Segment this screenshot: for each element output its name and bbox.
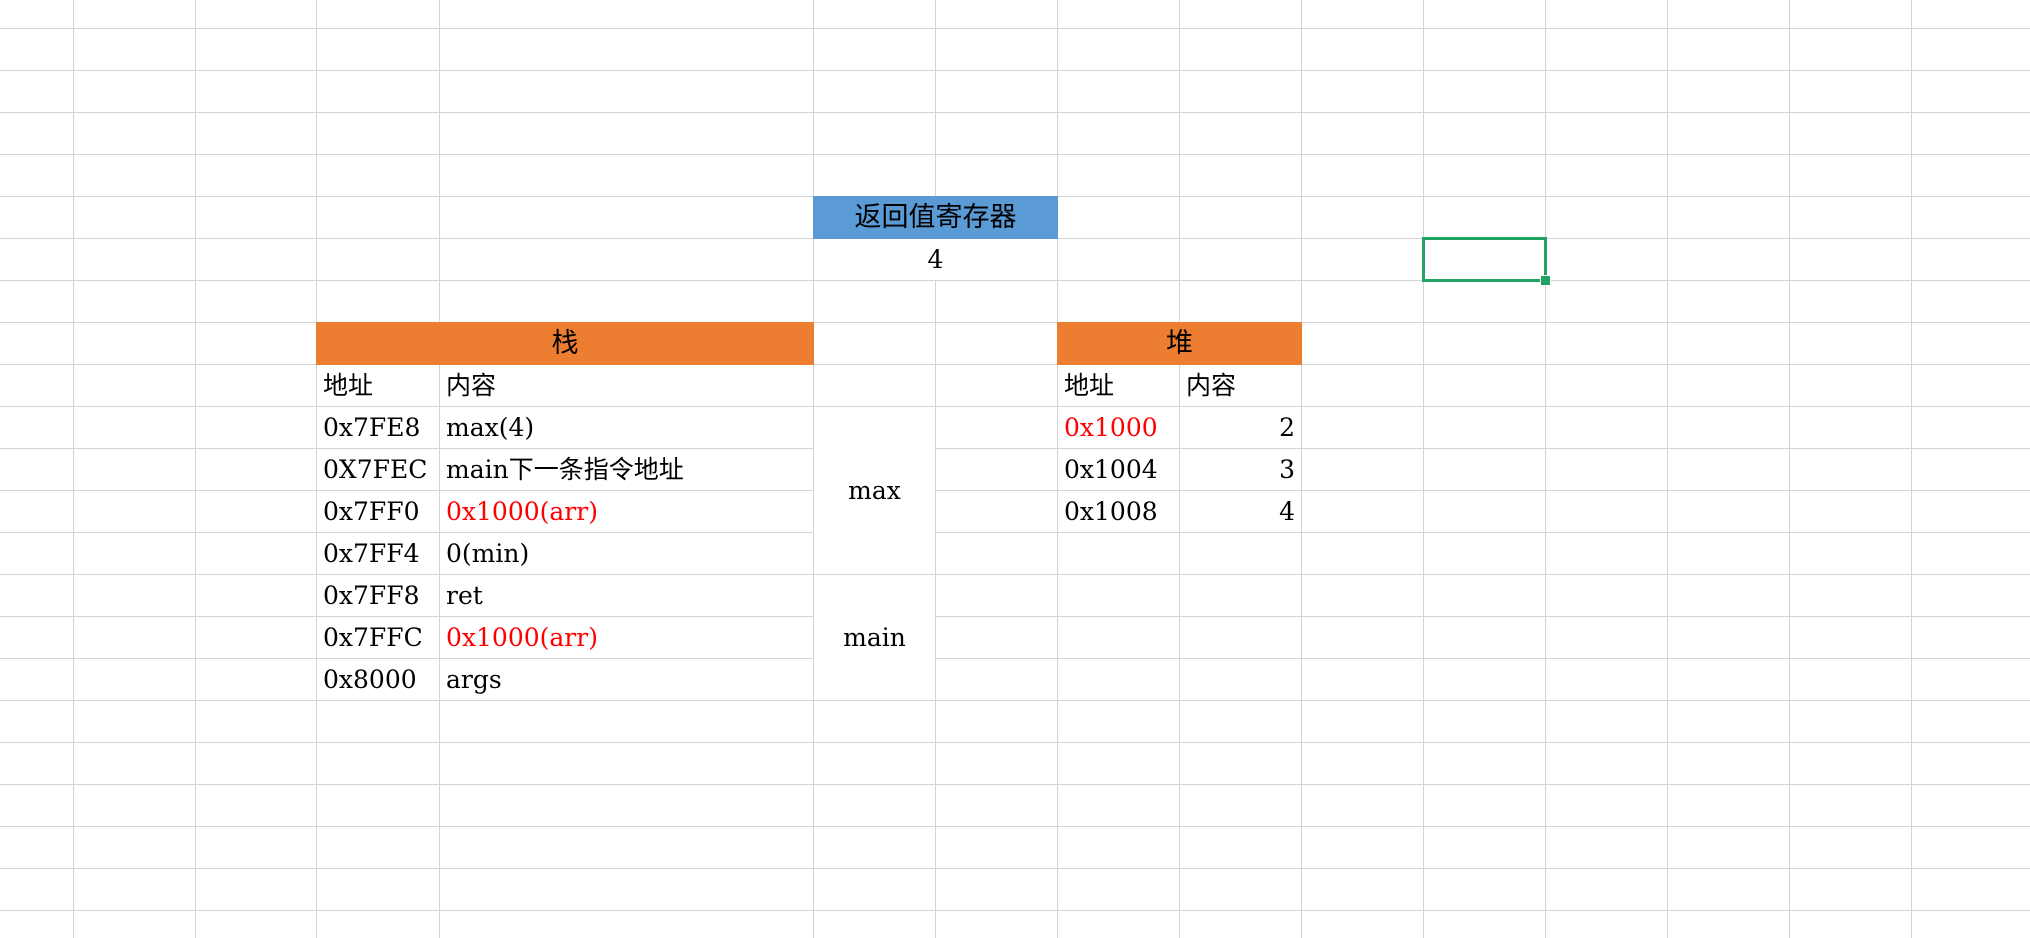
row-gridline <box>0 532 2030 533</box>
heap-header[interactable]: 堆 <box>1057 322 1302 365</box>
stack-content-cell[interactable]: main下一条指令地址 <box>440 449 813 490</box>
row-gridline <box>0 28 2030 29</box>
column-gridline <box>1789 0 1790 938</box>
row-gridline <box>0 868 2030 869</box>
column-gridline <box>1667 0 1668 938</box>
return-register-value[interactable]: 4 <box>814 239 1057 280</box>
column-gridline <box>1301 0 1302 938</box>
stack-content-column-header[interactable]: 内容 <box>440 365 813 406</box>
stack-address-cell[interactable]: 0x7FF4 <box>317 533 439 574</box>
stack-address-cell[interactable]: 0x7FFC <box>317 617 439 658</box>
heap-content-cell[interactable]: 4 <box>1180 491 1301 532</box>
stack-content-cell[interactable]: 0x1000(arr) <box>440 617 813 658</box>
row-gridline <box>0 70 2030 71</box>
stack-content-cell[interactable]: ret <box>440 575 813 616</box>
stack-address-cell[interactable]: 0x7FE8 <box>317 407 439 448</box>
row-gridline <box>0 490 2030 491</box>
fill-handle[interactable] <box>1540 275 1551 286</box>
heap-content-column-header[interactable]: 内容 <box>1180 365 1301 406</box>
row-gridline <box>0 742 2030 743</box>
column-gridline <box>935 0 936 938</box>
row-gridline <box>0 154 2030 155</box>
row-gridline <box>0 616 2030 617</box>
stack-content-cell[interactable]: max(4) <box>440 407 813 448</box>
row-gridline <box>0 448 2030 449</box>
stack-address-cell[interactable]: 0x7FF0 <box>317 491 439 532</box>
row-gridline <box>0 406 2030 407</box>
heap-address-column-header[interactable]: 地址 <box>1058 365 1179 406</box>
return-register-header[interactable]: 返回值寄存器 <box>813 196 1058 239</box>
stack-address-cell[interactable]: 0x8000 <box>317 659 439 700</box>
stack-header[interactable]: 栈 <box>316 322 814 365</box>
column-gridline <box>73 0 74 938</box>
heap-content-cell[interactable]: 2 <box>1180 407 1301 448</box>
column-gridline <box>195 0 196 938</box>
row-gridline <box>0 112 2030 113</box>
row-gridline <box>0 574 2030 575</box>
row-gridline <box>0 364 2030 365</box>
spreadsheet-grid <box>0 0 2030 938</box>
stack-frame-label-main[interactable]: main <box>814 575 935 700</box>
stack-content-cell[interactable]: args <box>440 659 813 700</box>
stack-content-cell[interactable]: 0(min) <box>440 533 813 574</box>
column-gridline <box>1545 0 1546 938</box>
column-gridline <box>1911 0 1912 938</box>
heap-address-cell[interactable]: 0x1004 <box>1058 449 1179 490</box>
heap-address-cell[interactable]: 0x1008 <box>1058 491 1179 532</box>
row-gridline <box>0 322 2030 323</box>
column-gridline <box>1423 0 1424 938</box>
heap-content-cell[interactable]: 3 <box>1180 449 1301 490</box>
row-gridline <box>0 910 2030 911</box>
heap-address-cell[interactable]: 0x1000 <box>1058 407 1179 448</box>
row-gridline <box>0 826 2030 827</box>
row-gridline <box>0 784 2030 785</box>
active-cell-selection[interactable] <box>1422 237 1547 282</box>
row-gridline <box>0 280 2030 281</box>
stack-address-cell[interactable]: 0X7FEC <box>317 449 439 490</box>
stack-address-cell[interactable]: 0x7FF8 <box>317 575 439 616</box>
stack-frame-label-max[interactable]: max <box>814 407 935 574</box>
stack-content-cell[interactable]: 0x1000(arr) <box>440 491 813 532</box>
row-gridline <box>0 658 2030 659</box>
stack-address-column-header[interactable]: 地址 <box>317 365 439 406</box>
row-gridline <box>0 700 2030 701</box>
